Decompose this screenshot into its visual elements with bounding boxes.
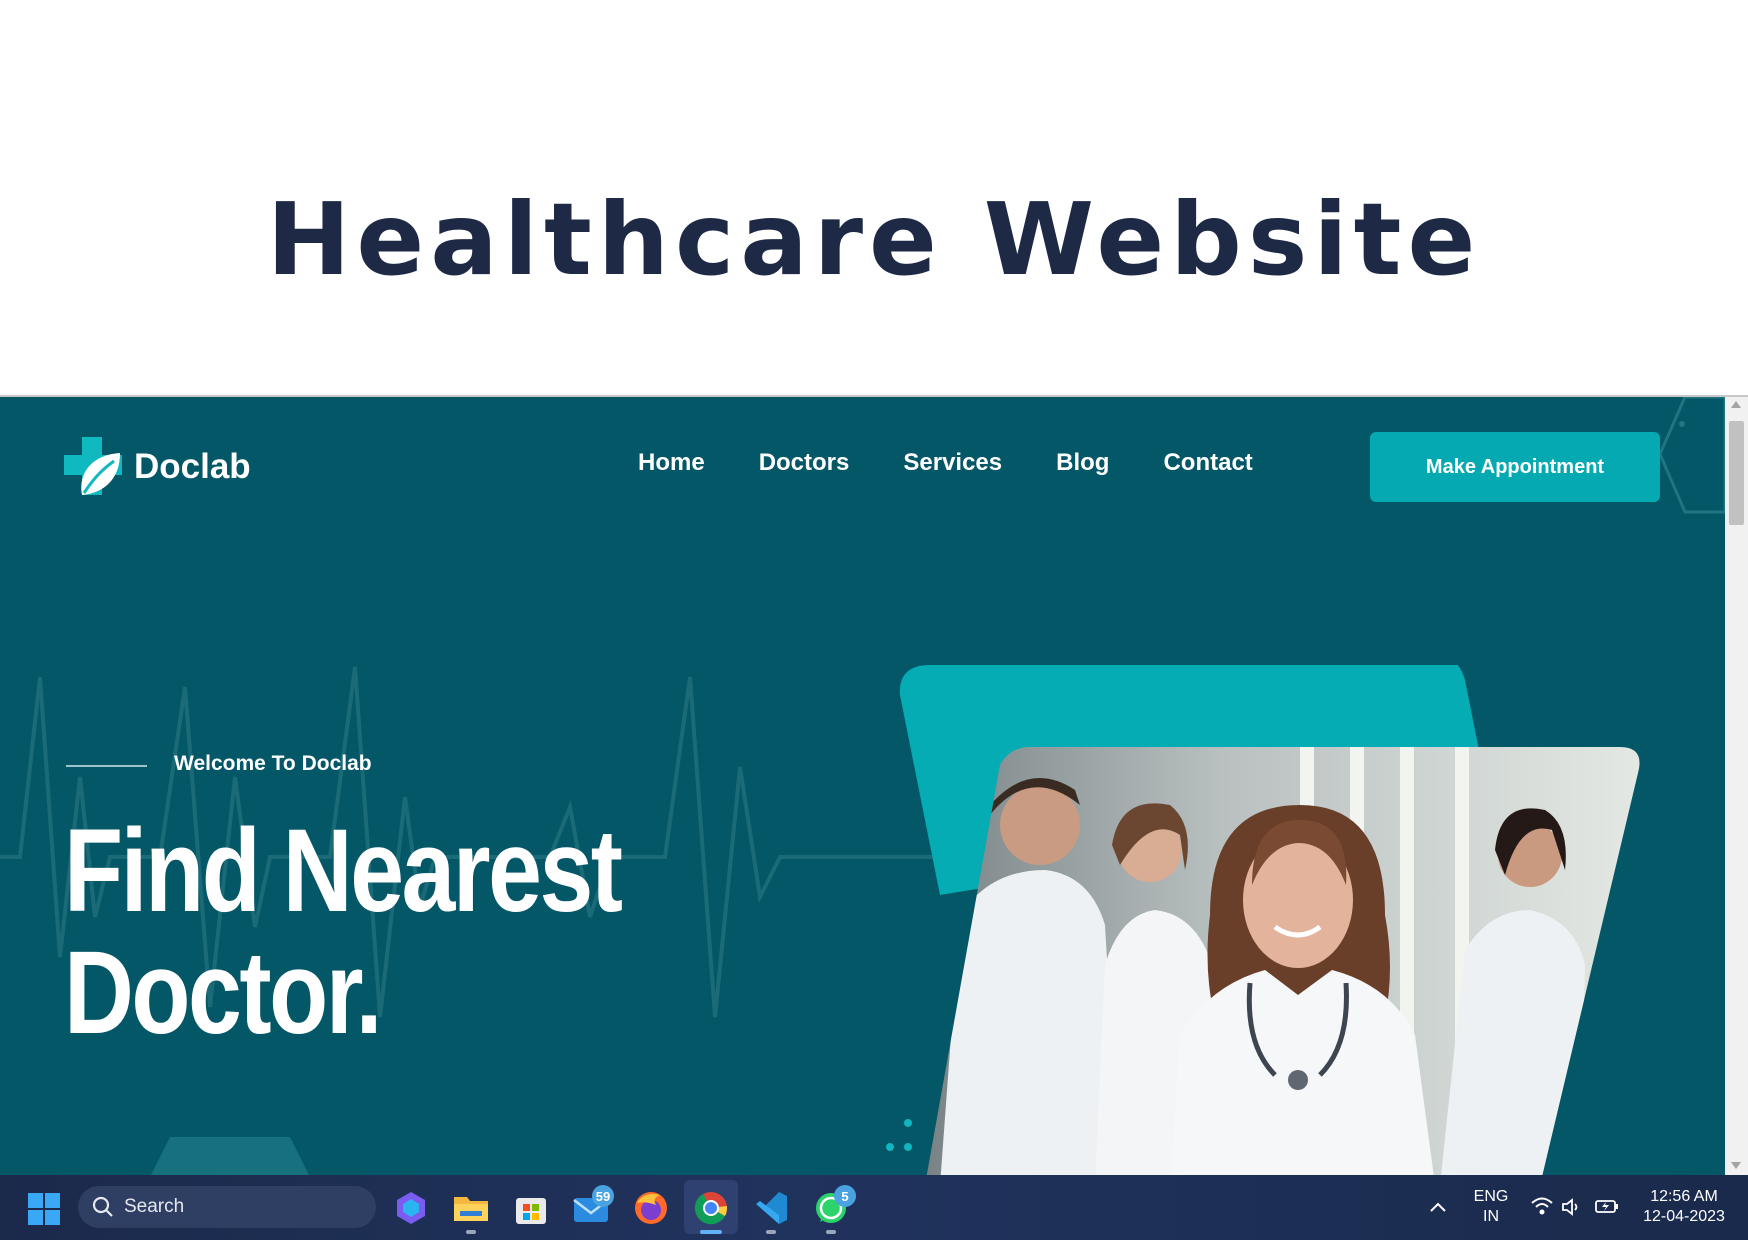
language-code: ENG — [1473, 1188, 1509, 1205]
main-nav: Home Doctors Services Blog Contact — [638, 449, 1253, 477]
nav-doctors[interactable]: Doctors — [759, 449, 850, 477]
nav-contact[interactable]: Contact — [1163, 449, 1252, 477]
hero-title-line-1: Find Nearest — [64, 805, 623, 937]
scroll-up-arrow-icon[interactable] — [1731, 401, 1741, 408]
welcome-divider — [66, 765, 147, 767]
chrome-indicator — [700, 1230, 722, 1234]
whatsapp-indicator — [826, 1230, 836, 1234]
firefox-icon[interactable] — [632, 1189, 670, 1227]
banner: Healthcare Website — [0, 0, 1748, 397]
file-explorer-indicator — [466, 1230, 476, 1234]
volume-icon[interactable] — [1561, 1197, 1583, 1217]
website-viewport: Doclab Home Doctors Services Blog Contac… — [0, 397, 1725, 1175]
clock[interactable]: 12:56 AM 12-04-2023 — [1632, 1187, 1736, 1227]
battery-icon[interactable] — [1594, 1197, 1620, 1215]
windows-start-icon[interactable] — [28, 1193, 60, 1225]
logo-text: Doclab — [134, 447, 251, 486]
mail-badge: 59 — [592, 1185, 614, 1207]
nav-blog[interactable]: Blog — [1056, 449, 1109, 477]
banner-title: Healthcare Website — [266, 181, 1482, 298]
hero-doctors-image — [886, 665, 1640, 1175]
make-appointment-button[interactable]: Make Appointment — [1370, 432, 1660, 502]
hero-title-line-2: Doctor. — [64, 927, 383, 1059]
nav-services[interactable]: Services — [903, 449, 1002, 477]
windows-taskbar: Search 59 5 ENG IN 12:56 AM 12-04-2023 — [0, 1175, 1748, 1240]
dot-decoration — [904, 1119, 912, 1127]
doclab-logo-icon — [64, 437, 122, 495]
vscode-indicator — [766, 1230, 776, 1234]
clock-date: 12-04-2023 — [1643, 1208, 1725, 1225]
copilot-icon[interactable] — [392, 1189, 430, 1227]
scroll-down-arrow-icon[interactable] — [1731, 1162, 1741, 1169]
hero-title: Find Nearest Doctor. — [64, 805, 623, 1059]
chrome-icon[interactable] — [692, 1189, 730, 1227]
clock-time: 12:56 AM — [1650, 1188, 1718, 1205]
scrollbar-thumb[interactable] — [1729, 421, 1744, 525]
taskbar-search[interactable]: Search — [78, 1186, 376, 1228]
logo[interactable]: Doclab — [64, 437, 251, 497]
language-region: IN — [1483, 1208, 1499, 1225]
vscode-icon[interactable] — [752, 1189, 790, 1227]
chevron-up-icon[interactable] — [1429, 1201, 1447, 1213]
microsoft-store-icon[interactable] — [512, 1189, 550, 1227]
nav-home[interactable]: Home — [638, 449, 705, 477]
hexagon-decoration — [151, 1137, 309, 1175]
wifi-icon[interactable] — [1530, 1196, 1554, 1216]
search-icon — [92, 1196, 113, 1217]
page-scrollbar[interactable] — [1725, 397, 1748, 1175]
welcome-text: Welcome To Doclab — [174, 752, 372, 775]
whatsapp-badge: 5 — [834, 1185, 856, 1207]
file-explorer-icon[interactable] — [452, 1189, 490, 1227]
language-indicator[interactable]: ENG IN — [1466, 1187, 1516, 1227]
search-placeholder: Search — [124, 1196, 185, 1217]
